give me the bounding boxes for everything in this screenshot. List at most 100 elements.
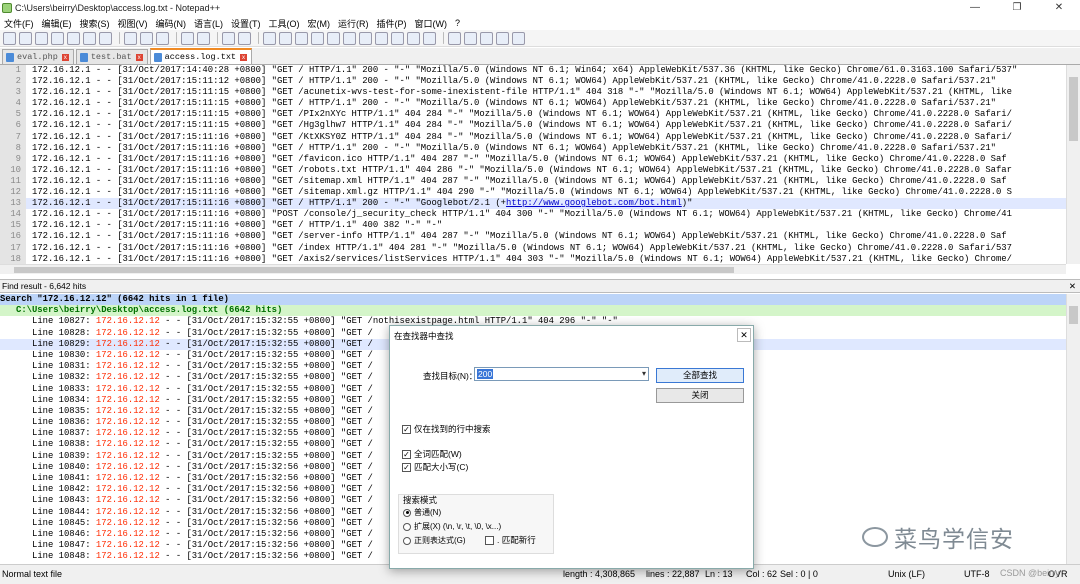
show-all-chars-icon[interactable] bbox=[343, 31, 356, 45]
scroll-thumb[interactable] bbox=[1069, 306, 1078, 324]
zoom-in-icon[interactable] bbox=[263, 31, 276, 45]
print-icon[interactable] bbox=[99, 31, 112, 45]
open-file-icon[interactable] bbox=[19, 31, 32, 45]
replace-icon[interactable] bbox=[238, 31, 251, 45]
editor-line[interactable]: 5 172.16.12.1 - - [31/Oct/2017:15:11:15 +… bbox=[0, 109, 1066, 121]
editor-line[interactable]: 12 172.16.12.1 - - [31/Oct/2017:15:11:16 … bbox=[0, 187, 1066, 199]
menu-item[interactable]: 工具(O) bbox=[265, 17, 304, 30]
save-icon[interactable] bbox=[35, 31, 48, 45]
close-tab-icon[interactable]: x bbox=[135, 54, 143, 61]
stop-macro-icon[interactable] bbox=[464, 31, 477, 45]
zoom-out-icon[interactable] bbox=[279, 31, 292, 45]
mode-normal-radio[interactable]: 普通(N) bbox=[403, 507, 441, 518]
monitoring-icon[interactable] bbox=[423, 31, 436, 45]
results-vertical-scrollbar[interactable] bbox=[1066, 294, 1080, 564]
menu-item[interactable]: 视图(V) bbox=[114, 17, 152, 30]
menu-item[interactable]: 窗口(W) bbox=[411, 17, 452, 30]
result-line-text: - - [31/Oct/2017:15:32:56 +0800] "GET / bbox=[159, 506, 373, 517]
result-hit-ip: 172.16.12.12 bbox=[95, 495, 160, 506]
result-line-number: Line 10831: bbox=[32, 361, 96, 372]
result-hit-ip: 172.16.12.12 bbox=[95, 484, 160, 495]
record-macro-icon[interactable] bbox=[448, 31, 461, 45]
find-target-input[interactable]: 200 ▾ bbox=[474, 367, 649, 381]
editor-line[interactable]: 8 172.16.12.1 - - [31/Oct/2017:15:11:16 +… bbox=[0, 142, 1066, 154]
editor-line[interactable]: 10 172.16.12.1 - - [31/Oct/2017:15:11:16 … bbox=[0, 164, 1066, 176]
editor-line[interactable]: 7 172.16.12.1 - - [31/Oct/2017:15:11:16 +… bbox=[0, 131, 1066, 143]
sync-vertical-icon[interactable] bbox=[295, 31, 308, 45]
dot-matches-newline-checkbox[interactable]: . 匹配新行 bbox=[485, 534, 536, 546]
undo-icon[interactable] bbox=[181, 31, 194, 45]
tab-file[interactable]: eval.php x bbox=[2, 49, 74, 64]
editor-line[interactable]: 6 172.16.12.1 - - [31/Oct/2017:15:11:15 +… bbox=[0, 120, 1066, 132]
close-window-button[interactable]: ✕ bbox=[1038, 0, 1080, 16]
match-case-checkbox[interactable]: ✓ 匹配大小写(C) bbox=[402, 461, 468, 473]
checkbox-icon bbox=[485, 535, 494, 545]
editor-line[interactable]: 13 172.16.12.1 - - [31/Oct/2017:15:11:16 … bbox=[0, 198, 1066, 210]
find-icon[interactable] bbox=[222, 31, 235, 45]
save-all-icon[interactable] bbox=[51, 31, 64, 45]
document-map-icon[interactable] bbox=[375, 31, 388, 45]
folder-workspace-icon[interactable] bbox=[407, 31, 420, 45]
indent-guide-icon[interactable] bbox=[359, 31, 372, 45]
tab-active-file[interactable]: access.log.txt x bbox=[149, 48, 253, 64]
sync-horizontal-icon[interactable] bbox=[311, 31, 324, 45]
tab-file[interactable]: test.bat x bbox=[75, 49, 148, 64]
editor-line[interactable]: 11 172.16.12.1 - - [31/Oct/2017:15:11:16 … bbox=[0, 175, 1066, 188]
find-all-button[interactable]: 全部查找 bbox=[656, 368, 744, 383]
menu-item[interactable]: 编辑(E) bbox=[38, 17, 76, 30]
editor-line[interactable]: 3 172.16.12.1 - - [31/Oct/2017:15:11:15 +… bbox=[0, 87, 1066, 99]
minimize-button[interactable]: — bbox=[954, 0, 996, 16]
menu-item[interactable]: 运行(R) bbox=[334, 17, 373, 30]
cut-icon[interactable] bbox=[124, 31, 137, 45]
save-macro-icon[interactable] bbox=[512, 31, 525, 45]
close-tab-icon[interactable]: x bbox=[61, 54, 69, 61]
copy-icon[interactable] bbox=[140, 31, 153, 45]
editor-line[interactable]: 4 172.16.12.1 - - [31/Oct/2017:15:11:15 +… bbox=[0, 98, 1066, 110]
maximize-button[interactable]: ❐ bbox=[996, 0, 1038, 16]
editor-line[interactable]: 14 172.16.12.1 - - [31/Oct/2017:15:11:16 … bbox=[0, 209, 1066, 221]
editor-line[interactable]: 2 172.16.12.1 - - [31/Oct/2017:15:11:12 +… bbox=[0, 76, 1066, 88]
mode-regex-radio[interactable]: 正则表达式(G) bbox=[403, 535, 466, 546]
word-wrap-icon[interactable] bbox=[327, 31, 340, 45]
close-file-icon[interactable] bbox=[67, 31, 80, 45]
menu-item[interactable]: 语言(L) bbox=[190, 17, 227, 30]
menu-item[interactable]: 宏(M) bbox=[304, 17, 335, 30]
menu-item[interactable]: 设置(T) bbox=[227, 17, 265, 30]
menu-item[interactable]: 搜索(S) bbox=[76, 17, 114, 30]
url-link[interactable]: http://www.googlebot.com/bot.html bbox=[506, 198, 682, 209]
in-found-lines-checkbox[interactable]: ✓ 仅在找到的行中搜索 bbox=[402, 423, 491, 435]
search-summary-line[interactable]: Search "172.16.12.12" (6642 hits in 1 fi… bbox=[0, 294, 1066, 306]
scroll-thumb[interactable] bbox=[1069, 77, 1078, 141]
menu-item[interactable]: 文件(F) bbox=[0, 17, 38, 30]
new-file-icon[interactable] bbox=[3, 31, 16, 45]
run-macro-multiple-icon[interactable] bbox=[496, 31, 509, 45]
function-list-icon[interactable] bbox=[391, 31, 404, 45]
editor-line[interactable]: 16 172.16.12.1 - - [31/Oct/2017:15:11:16 … bbox=[0, 231, 1066, 243]
menu-item[interactable]: 插件(P) bbox=[373, 17, 411, 30]
editor-line[interactable]: 18 172.16.12.1 - - [31/Oct/2017:15:11:16 … bbox=[0, 253, 1066, 264]
editor-horizontal-scrollbar[interactable] bbox=[0, 264, 1066, 274]
mode-extended-radio[interactable]: 扩展(X) (\n, \r, \t, \0, \x...) bbox=[403, 521, 501, 532]
scroll-thumb[interactable] bbox=[14, 267, 734, 273]
close-tab-icon[interactable]: x bbox=[240, 54, 248, 61]
editor-line[interactable]: 1 172.16.12.1 - - [31/Oct/2017:14:40:28 +… bbox=[0, 65, 1066, 77]
play-macro-icon[interactable] bbox=[480, 31, 493, 45]
editor-pane[interactable]: 1 172.16.12.1 - - [31/Oct/2017:14:40:28 +… bbox=[0, 65, 1066, 264]
close-dialog-button[interactable]: 关闭 bbox=[656, 388, 744, 403]
line-text: 172.16.12.1 - - [31/Oct/2017:15:11:15 +0… bbox=[32, 120, 1012, 131]
menu-item[interactable]: 编码(N) bbox=[152, 17, 191, 30]
editor-line[interactable]: 15 172.16.12.1 - - [31/Oct/2017:15:11:16 … bbox=[0, 220, 1066, 232]
paste-icon[interactable] bbox=[156, 31, 169, 45]
close-find-result-button[interactable]: ✕ bbox=[1069, 280, 1076, 293]
dialog-close-button[interactable]: ✕ bbox=[737, 328, 751, 342]
editor-line[interactable]: 17 172.16.12.1 - - [31/Oct/2017:15:11:16 … bbox=[0, 242, 1066, 254]
line-number: 8 bbox=[0, 142, 26, 154]
redo-icon[interactable] bbox=[197, 31, 210, 45]
close-all-icon[interactable] bbox=[83, 31, 96, 45]
editor-vertical-scrollbar[interactable] bbox=[1066, 65, 1080, 264]
menu-item[interactable]: ? bbox=[451, 18, 464, 28]
file-summary-line[interactable]: C:\Users\beirry\Desktop\access.log.txt (… bbox=[0, 305, 1066, 317]
whole-word-checkbox[interactable]: ✓ 全词匹配(W) bbox=[402, 448, 462, 460]
chevron-down-icon[interactable]: ▾ bbox=[642, 368, 646, 380]
editor-line[interactable]: 9 172.16.12.1 - - [31/Oct/2017:15:11:16 +… bbox=[0, 153, 1066, 165]
